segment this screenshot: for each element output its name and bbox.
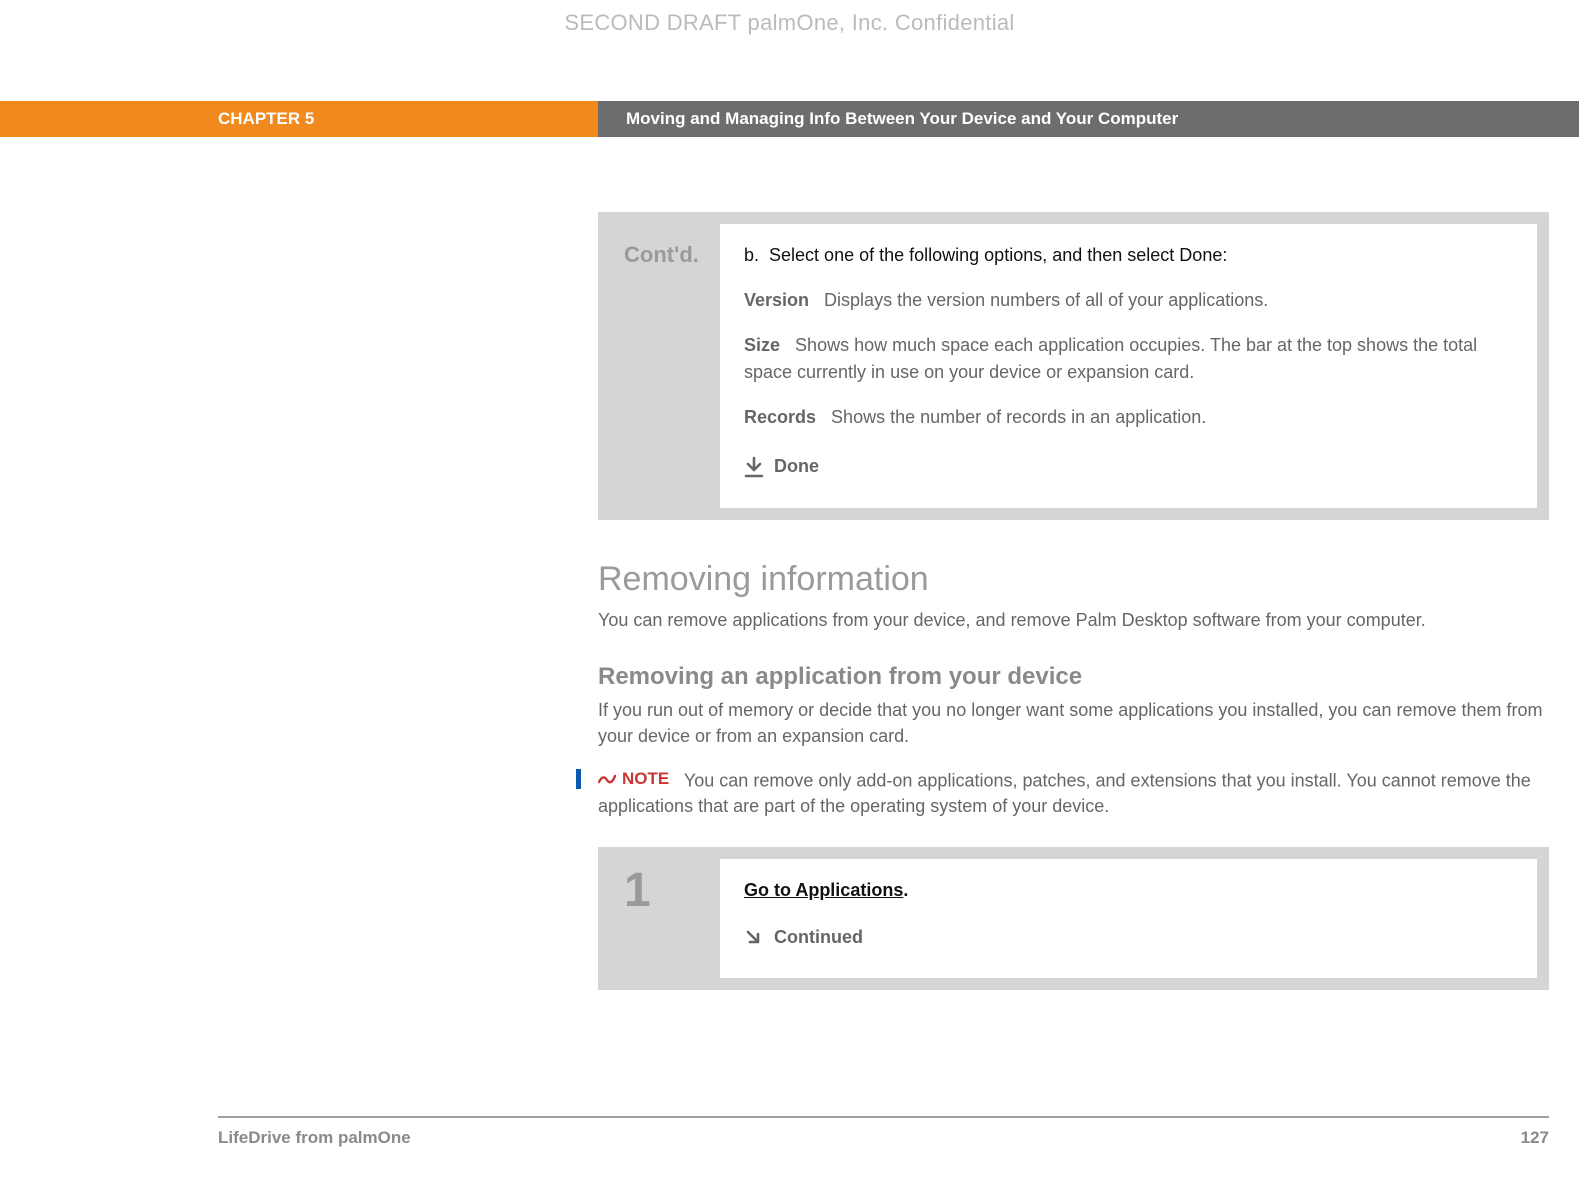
done-arrow-icon — [744, 456, 764, 478]
definition-size: Size Shows how much space each applicati… — [744, 332, 1509, 386]
desc-records: Shows the number of records in an applic… — [831, 407, 1206, 427]
continued-step-box: Cont'd. b. Select one of the following o… — [598, 212, 1549, 520]
go-to-applications-link[interactable]: Go to Applications — [744, 880, 903, 900]
term-version: Version — [744, 290, 809, 310]
confidential-watermark: SECOND DRAFT palmOne, Inc. Confidential — [0, 0, 1579, 36]
page-footer: LifeDrive from palmOne 127 — [218, 1116, 1549, 1148]
done-label: Done — [774, 453, 819, 480]
continued-arrow-icon — [744, 928, 764, 948]
continued-label: Continued — [774, 924, 863, 951]
term-size: Size — [744, 335, 780, 355]
footer-product: LifeDrive from palmOne — [218, 1128, 411, 1148]
footer-page-number: 127 — [1521, 1128, 1549, 1148]
desc-size: Shows how much space each application oc… — [744, 335, 1477, 382]
substep-b: b. Select one of the following options, … — [744, 242, 1509, 269]
section-heading: Removing information — [598, 560, 1549, 599]
done-indicator: Done — [744, 453, 819, 480]
continued-indicator: Continued — [744, 924, 863, 951]
revision-bar-icon — [576, 769, 581, 789]
section-intro: You can remove applications from your de… — [598, 607, 1549, 633]
note-wave-icon — [598, 772, 616, 786]
definition-version: Version Displays the version numbers of … — [744, 287, 1509, 314]
chapter-number: CHAPTER 5 — [0, 101, 598, 137]
note-block: NOTE You can remove only add-on applicat… — [598, 767, 1549, 820]
note-label: NOTE — [598, 767, 669, 792]
step-1-period: . — [903, 880, 908, 900]
subsection-intro: If you run out of memory or decide that … — [598, 697, 1549, 749]
step-1-instruction: Go to Applications. — [744, 877, 1509, 904]
note-text: You can remove only add-on applications,… — [598, 770, 1531, 816]
substep-letter: b. — [744, 245, 759, 265]
chapter-header-bar: CHAPTER 5 Moving and Managing Info Betwe… — [0, 101, 1579, 137]
main-content: Cont'd. b. Select one of the following o… — [598, 212, 1549, 990]
desc-version: Displays the version numbers of all of y… — [824, 290, 1268, 310]
subsection-heading: Removing an application from your device — [598, 663, 1549, 691]
continued-label: Cont'd. — [610, 224, 720, 508]
continued-body: b. Select one of the following options, … — [720, 224, 1537, 508]
note-label-text: NOTE — [622, 767, 669, 792]
chapter-title: Moving and Managing Info Between Your De… — [598, 101, 1579, 137]
step-1-box: 1 Go to Applications. Continued — [598, 847, 1549, 990]
definition-records: Records Shows the number of records in a… — [744, 404, 1509, 431]
substep-text: Select one of the following options, and… — [769, 245, 1227, 265]
step-1-body: Go to Applications. Continued — [720, 859, 1537, 978]
step-number-1: 1 — [610, 859, 720, 978]
term-records: Records — [744, 407, 816, 427]
